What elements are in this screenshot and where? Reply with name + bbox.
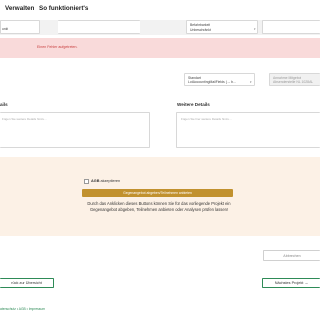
details-left-textarea[interactable]: Fügen Sie weitere Details hinzu... — [0, 112, 150, 148]
nav-item-manage[interactable]: Verwalten — [5, 5, 34, 12]
agb-accept-text: akzeptieren — [100, 179, 121, 183]
accessibility-select[interactable]: Befahrbarkeit Unbeschränkt ▾ — [186, 20, 258, 34]
footer-links: atenschutz • AGB • Impressum — [0, 307, 45, 311]
error-message: Einen Fehler aufgetreten. — [37, 45, 78, 49]
counter-offer-button[interactable]: Gegenangebot abgeben/Teilnehmen anbieten — [82, 189, 233, 197]
error-alert: Einen Fehler aufgetreten. — [0, 38, 320, 58]
cancel-button[interactable]: Abbrechen — [263, 250, 320, 261]
footer-link-privacy[interactable]: atenschutz — [0, 307, 16, 311]
standard-value: LotAccountingMailFields (→ b... — [188, 79, 236, 84]
agb-checkbox-label: AGB akzeptieren — [91, 179, 120, 183]
footer-link-agb[interactable]: AGB — [19, 307, 26, 311]
nav-item-how-it-works[interactable]: So funktioniert's — [39, 5, 88, 12]
details-right-textarea[interactable]: Fügen Sie hier weitere Details hinzu... — [176, 112, 320, 148]
chevron-down-icon: ▾ — [250, 79, 252, 84]
top-navigation: Verwalten So funktioniert's — [0, 0, 320, 20]
agb-link[interactable]: AGB — [91, 179, 99, 183]
status-value: Absenderstelle NL 1028AL — [273, 79, 314, 84]
chevron-down-icon: ▾ — [254, 27, 256, 31]
standard-select[interactable]: Standart LotAccountingMailFields (→ b...… — [184, 73, 255, 86]
accessibility-value: Unbeschränkt — [190, 27, 211, 32]
details-left-placeholder: Fügen Sie weitere Details hinzu... — [2, 117, 47, 121]
counter-offer-description: Durch das Anklicken dieses Buttons könne… — [87, 201, 231, 212]
next-project-button[interactable]: Nächstes Projekt → — [262, 278, 320, 288]
details-left-label: ails — [0, 102, 8, 107]
left-top-select[interactable]: unkt — [0, 20, 40, 34]
top-empty-field[interactable] — [58, 20, 140, 34]
details-right-label: Weitere Details — [177, 102, 210, 107]
status-field: Annahme Mitgebot Absenderstelle NL 1028A… — [269, 73, 320, 86]
details-right-placeholder: Fügen Sie hier weitere Details hinzu... — [181, 117, 232, 121]
back-to-overview-button[interactable]: rück zur Übersicht — [0, 278, 54, 288]
top-right-field[interactable] — [262, 20, 320, 34]
agb-checkbox[interactable] — [84, 179, 89, 184]
counter-offer-panel: AGB akzeptieren Gegenangebot abgeben/Tei… — [0, 157, 320, 236]
left-top-select-value: unkt — [2, 27, 9, 31]
footer-link-imprint[interactable]: Impressum — [29, 307, 45, 311]
